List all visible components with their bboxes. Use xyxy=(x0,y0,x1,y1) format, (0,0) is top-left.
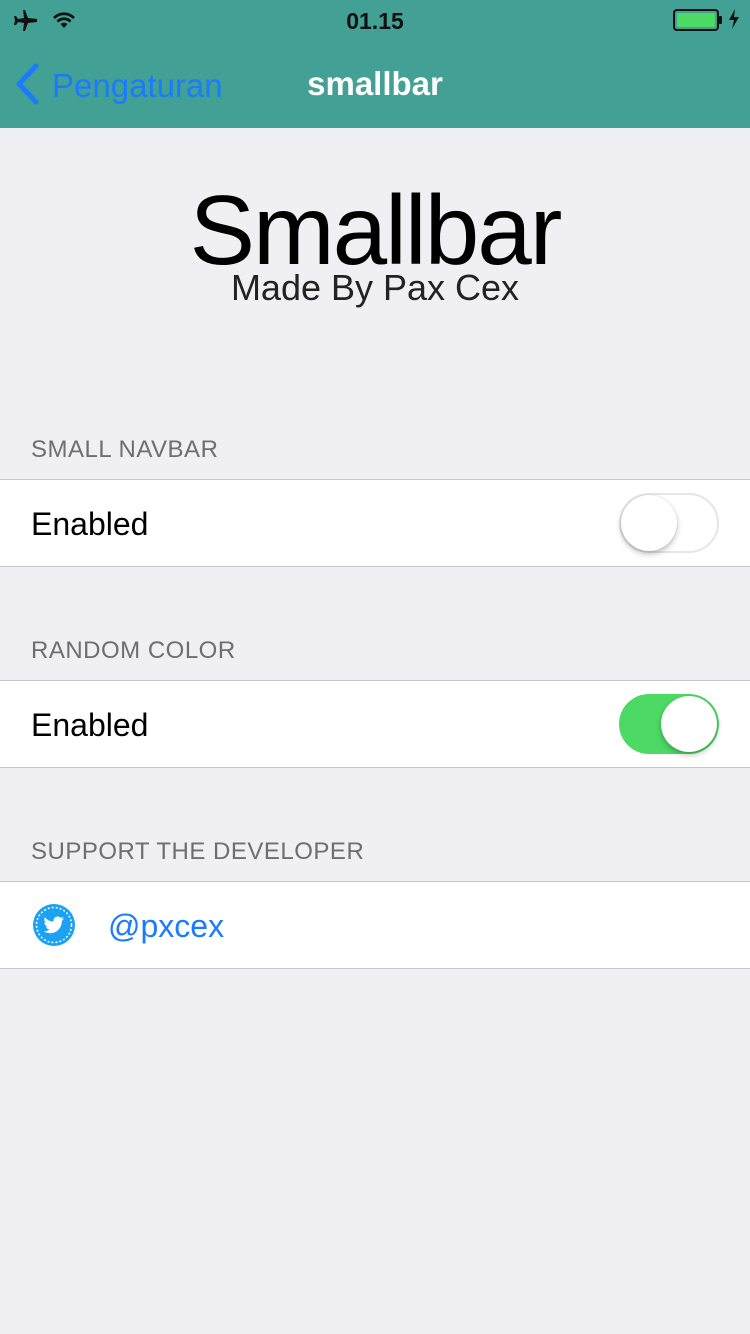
top-bar: 01.15 Pengaturan smallbar xyxy=(0,0,750,128)
hero-title: Smallbar xyxy=(189,175,563,285)
twitter-handle-link[interactable]: @pxcex xyxy=(108,908,224,945)
random-color-row: Enabled xyxy=(0,680,750,768)
section-header-small-navbar: SMALL NAVBAR xyxy=(31,436,219,463)
charging-bolt-icon xyxy=(728,8,740,35)
status-bar: 01.15 xyxy=(0,0,750,40)
twitter-icon xyxy=(32,903,76,952)
toggle-knob xyxy=(621,495,677,551)
section-header-random-color: RANDOM COLOR xyxy=(31,637,236,664)
navigation-bar: Pengaturan smallbar xyxy=(0,40,750,128)
status-time: 01.15 xyxy=(346,8,404,34)
hero-subtitle: Made By Pax Cex xyxy=(230,267,520,308)
section-header-support: SUPPORT THE DEVELOPER xyxy=(31,838,365,865)
small-navbar-toggle[interactable] xyxy=(619,493,719,553)
random-color-toggle[interactable] xyxy=(619,694,719,754)
toggle-knob xyxy=(661,696,717,752)
row-label: Enabled xyxy=(31,707,149,743)
twitter-link-row[interactable]: @pxcex xyxy=(0,881,750,969)
battery-icon xyxy=(673,9,723,36)
small-navbar-row: Enabled xyxy=(0,479,750,567)
row-label: Enabled xyxy=(31,506,149,542)
page-title: smallbar xyxy=(307,65,443,102)
hero-banner: Smallbar Made By Pax Cex xyxy=(0,180,750,330)
